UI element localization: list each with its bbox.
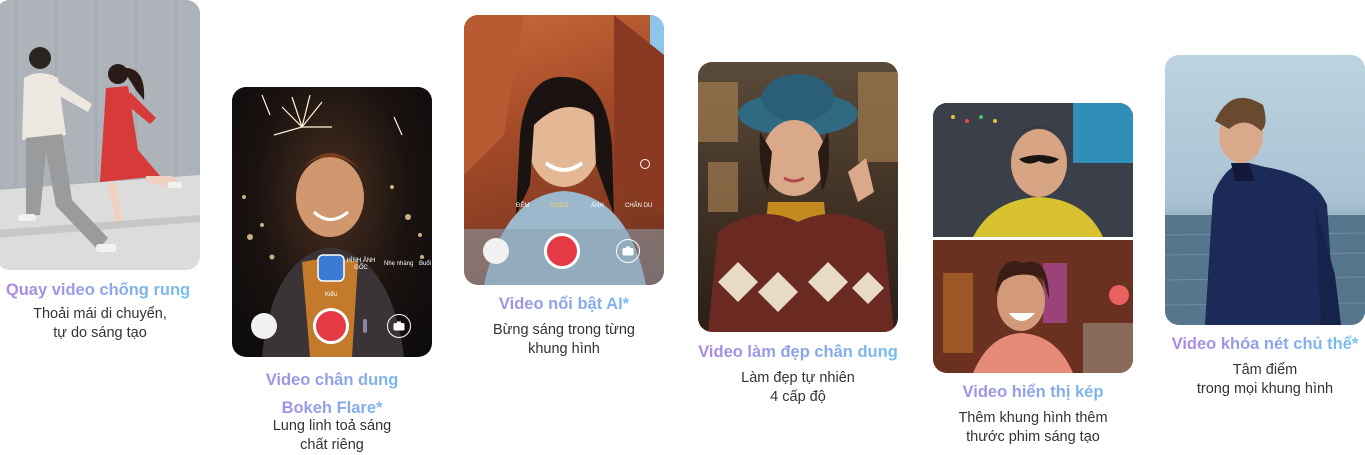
filter-original-label[interactable]: HÌNH ẢNH GỐC xyxy=(346,258,376,272)
mode-night[interactable]: ĐÊM xyxy=(516,203,529,209)
desc-line: Bừng sáng trong từng xyxy=(493,322,635,338)
feature-desc-dual-view: Thêm khung hình thêm thước phim sáng tạo xyxy=(923,409,1143,447)
feature-title-ai-highlight: Video nổi bật AI* xyxy=(464,295,664,314)
record-button[interactable] xyxy=(544,233,580,269)
desc-line: Thêm khung hình thêm xyxy=(958,410,1108,426)
record-button[interactable] xyxy=(313,308,349,344)
filter-warm-label[interactable]: Buổi xyxy=(419,261,431,267)
mode-photo[interactable]: ẢNH xyxy=(591,203,604,209)
feature-desc-ai-highlight: Bừng sáng trong từng khung hình xyxy=(464,321,664,359)
feature-image-ai-highlight: ĐÊM VIDEO ẢNH CHÂN DU xyxy=(464,15,664,285)
desc-line: thước phim sáng tạo xyxy=(966,429,1100,445)
gallery-button[interactable] xyxy=(251,313,277,339)
feature-image-subject-focus xyxy=(1165,55,1365,325)
desc-line: chất riêng xyxy=(300,437,364,453)
desc-line: 4 cấp độ xyxy=(770,389,826,405)
feature-image-stabilization xyxy=(0,0,200,270)
portrait-beauty-scene xyxy=(698,72,898,332)
desc-line: Tâm điểm xyxy=(1232,362,1298,378)
feature-desc-subject-focus: Tâm điểm trong mọi khung hình xyxy=(1165,361,1365,399)
feature-title-subject-focus: Video khóa nét chủ thể* xyxy=(1165,335,1365,354)
feature-title-stabilization: Quay video chống rung xyxy=(0,281,196,300)
desc-line: Thoải mái di chuyển, xyxy=(33,306,167,322)
feature-desc-bokeh-flare: Lung linh toả sáng chất riêng xyxy=(232,417,432,455)
feature-desc-stabilization: Thoải mái di chuyển, tự do sáng tạo xyxy=(0,305,200,343)
feature-title-bokeh-flare: Video chân dung Bokeh Flare* xyxy=(230,366,434,422)
desc-line: Lung linh toả sáng xyxy=(272,418,392,434)
mode-video[interactable]: VIDEO xyxy=(550,203,569,209)
camera-switch-icon xyxy=(622,246,634,256)
filter-soft-label[interactable]: Nhẹ nhàng xyxy=(384,261,413,267)
feature-image-bokeh-flare: HÌNH ẢNH GỐC Nhẹ nhàng Buổi Kiểu xyxy=(232,87,432,357)
desc-line: tự do sáng tạo xyxy=(53,325,147,341)
stabilization-scene xyxy=(0,0,200,270)
feature-image-dual-view xyxy=(933,103,1133,373)
style-label[interactable]: Kiểu xyxy=(325,292,337,298)
gallery-button[interactable] xyxy=(483,238,509,264)
portrait-icon[interactable] xyxy=(363,319,367,333)
subject-focus-scene xyxy=(1165,97,1365,325)
title-line: Video chân dung xyxy=(265,371,399,389)
desc-line: Làm đẹp tự nhiên xyxy=(741,370,855,386)
feature-title-portrait-beauty: Video làm đẹp chân dung xyxy=(688,343,908,362)
switch-camera-button[interactable] xyxy=(616,239,640,263)
dual-view-scene xyxy=(933,103,1133,373)
ai-icon[interactable] xyxy=(640,159,650,169)
mode-portrait[interactable]: CHÂN DU xyxy=(625,203,652,209)
desc-line: trong mọi khung hình xyxy=(1196,381,1334,397)
feature-title-dual-view: Video hiển thị kép xyxy=(933,383,1133,402)
switch-camera-button[interactable] xyxy=(387,314,411,338)
desc-line: khung hình xyxy=(528,341,600,357)
feature-image-portrait-beauty xyxy=(698,62,898,332)
feature-desc-portrait-beauty: Làm đẹp tự nhiên 4 cấp độ xyxy=(698,369,898,407)
camera-switch-icon xyxy=(393,321,405,331)
